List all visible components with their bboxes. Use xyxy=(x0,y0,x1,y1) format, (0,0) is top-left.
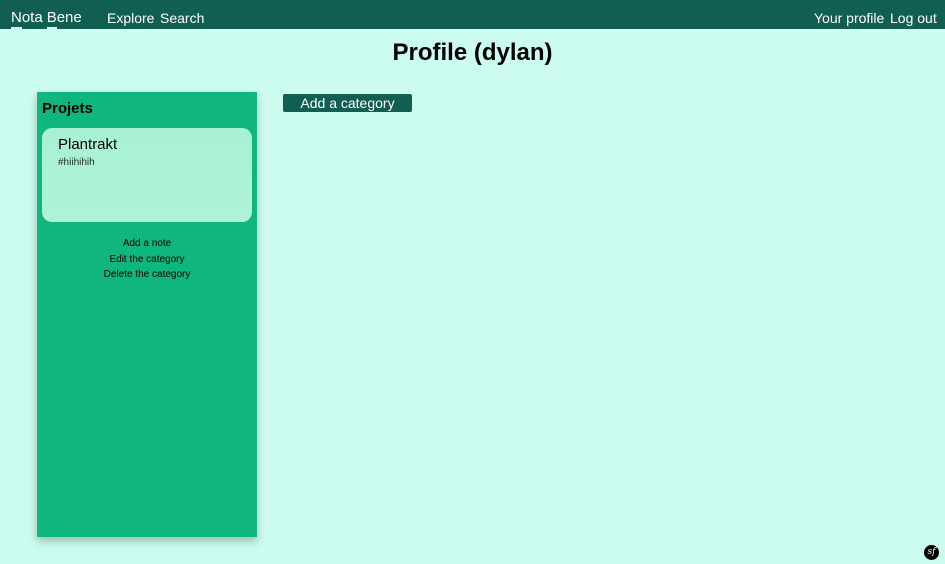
brand-logo[interactable]: Nota Bene xyxy=(11,9,82,31)
nav-logout-link[interactable]: Log out xyxy=(890,10,937,26)
nav-search-link[interactable]: Search xyxy=(160,10,204,26)
edit-category-link[interactable]: Edit the category xyxy=(37,252,257,268)
page-title: Profile (dylan) xyxy=(392,39,553,66)
category-actions: Add a note Edit the category Delete the … xyxy=(37,236,257,283)
top-navbar: Nota Bene Explore Search Your profile Log… xyxy=(0,0,945,31)
brand-initial-b: B xyxy=(46,9,57,31)
nav-profile-link[interactable]: Your profile xyxy=(814,10,884,26)
brand-text-ene: ene xyxy=(56,9,82,26)
add-note-link[interactable]: Add a note xyxy=(37,236,257,252)
category-column: Projets Plantrakt #hiihihih Add a note E… xyxy=(37,92,257,537)
delete-category-link[interactable]: Delete the category xyxy=(37,267,257,283)
brand-text-ota: ota xyxy=(21,9,43,26)
nav-explore-link[interactable]: Explore xyxy=(107,10,154,26)
brand-initial-n: N xyxy=(11,9,22,31)
symfony-icon[interactable]: sf xyxy=(924,545,939,560)
note-card[interactable]: Plantrakt #hiihihih xyxy=(42,128,252,222)
category-title: Projets xyxy=(42,100,93,117)
note-title: Plantrakt xyxy=(58,136,118,153)
note-tags: #hiihihih xyxy=(58,157,95,168)
add-category-button[interactable]: Add a category xyxy=(283,94,412,112)
